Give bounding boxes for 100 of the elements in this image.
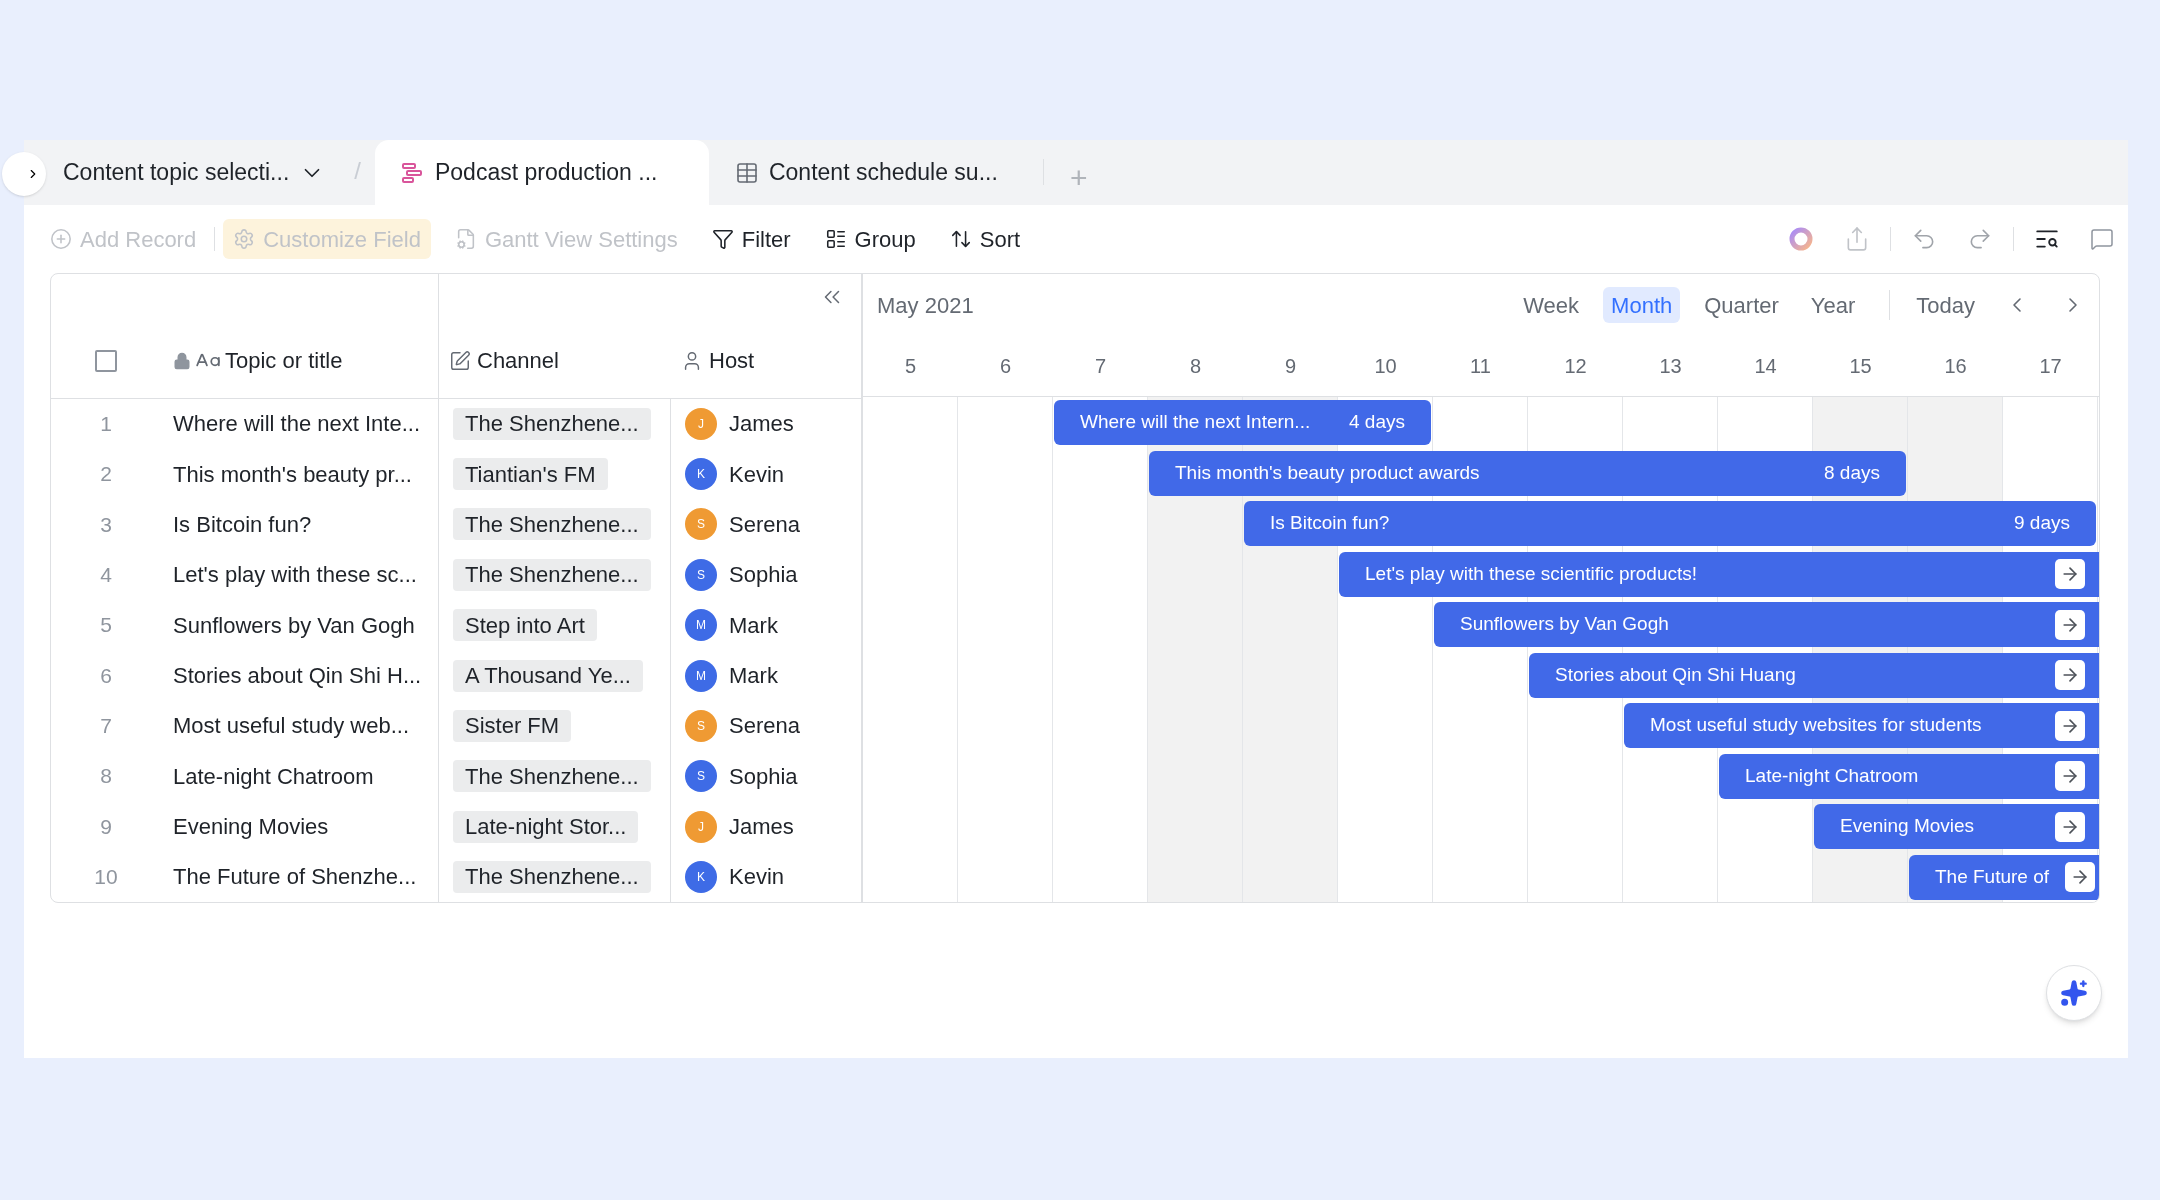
bar-title: Stories about Qin Shi Huang xyxy=(1555,662,1796,687)
sort-icon xyxy=(949,228,972,250)
day-label: 17 xyxy=(2038,354,2063,379)
bar-title: Late-night Chatroom xyxy=(1745,763,1919,788)
today-button[interactable]: Today xyxy=(1908,288,1983,322)
scale-tab[interactable]: Month xyxy=(1603,287,1681,323)
avatar: S xyxy=(685,760,717,793)
select-all-checkbox[interactable] xyxy=(95,349,117,372)
ai-assistant-button[interactable] xyxy=(2046,965,2102,1021)
day-label: 11 xyxy=(1469,354,1492,379)
bar-title: Let's play with these scientific products! xyxy=(1365,561,1698,586)
channel-tag: The Shenzhene... xyxy=(453,558,651,591)
scroll-to-bar-button[interactable] xyxy=(2055,559,2085,589)
host-name: Serena xyxy=(729,712,800,741)
channel-tag: Tiantian's FM xyxy=(453,458,608,491)
avatar: S xyxy=(685,508,717,541)
channel-tag: The Shenzhene... xyxy=(453,860,651,893)
day-label: 9 xyxy=(1283,354,1298,379)
avatar: M xyxy=(685,659,717,692)
ring-icon[interactable] xyxy=(1788,226,1814,252)
channel-tag: The Shenzhene... xyxy=(453,508,651,541)
row-number: 6 xyxy=(99,662,113,689)
day-label: 15 xyxy=(1848,354,1873,379)
day-label: 13 xyxy=(1658,354,1683,379)
scroll-to-bar-button[interactable] xyxy=(2055,660,2085,690)
tab[interactable]: Content topic selecti... xyxy=(48,140,341,205)
host-name: Serena xyxy=(729,510,800,539)
tab[interactable]: Content schedule su... xyxy=(708,140,1043,205)
sparkle-icon xyxy=(2060,979,2088,1007)
bar-title: The Future of xyxy=(1935,864,2050,889)
day-label: 10 xyxy=(1373,354,1398,379)
scale-tab[interactable]: Year xyxy=(1802,287,1864,323)
comment-icon[interactable] xyxy=(2090,227,2114,251)
table-cell-text: The Future of Shenzhe... xyxy=(173,863,417,892)
toolbar-button[interactable]: Filter xyxy=(701,219,801,259)
table-cell-text: Late-night Chatroom xyxy=(173,762,374,791)
row-number: 8 xyxy=(99,763,113,790)
bar-title: Is Bitcoin fun? xyxy=(1270,511,1390,536)
channel-tag: Sister FM xyxy=(453,709,572,742)
gantt-bar[interactable]: This month's beauty product awards 8 days xyxy=(1149,450,1906,496)
tab[interactable]: Podcast production ... xyxy=(374,140,709,205)
gantt-bar[interactable]: The Future of xyxy=(1909,854,2099,900)
toolbar-button[interactable]: Group xyxy=(814,219,926,259)
day-label: 8 xyxy=(1188,354,1203,379)
row-number: 7 xyxy=(99,713,113,740)
scroll-to-bar-button[interactable] xyxy=(2055,811,2085,842)
scroll-to-bar-button[interactable] xyxy=(2055,761,2085,791)
host-name: James xyxy=(729,813,794,842)
scale-tab[interactable]: Week xyxy=(1515,287,1588,323)
sidebar-toggle-button[interactable] xyxy=(2,152,46,196)
avatar: J xyxy=(685,407,717,440)
gantt-bar[interactable]: Stories about Qin Shi Huang xyxy=(1529,652,2099,698)
row-number: 9 xyxy=(99,813,113,840)
bar-title: Sunflowers by Van Gogh xyxy=(1460,612,1669,637)
host-name: Sophia xyxy=(729,762,798,791)
channel-tag: Step into Art xyxy=(453,609,597,642)
table-cell-text: Where will the next Inte... xyxy=(173,410,420,439)
channel-tag: Late-night Stor... xyxy=(453,810,639,843)
bar-duration: 8 days xyxy=(1824,460,1881,485)
table-cell-text: Most useful study web... xyxy=(173,712,409,741)
gantt-bar[interactable]: Evening Movies xyxy=(1814,804,2099,849)
avatar: J xyxy=(685,810,717,843)
table-cell-text: Evening Movies xyxy=(173,813,329,842)
gantt-bar[interactable]: Late-night Chatroom xyxy=(1719,753,2099,799)
gantt-bar[interactable]: Where will the next Intern... 4 days xyxy=(1054,400,1431,445)
avatar: K xyxy=(685,458,717,491)
scroll-to-bar-button[interactable] xyxy=(2065,862,2096,892)
document-gear-icon xyxy=(454,228,477,250)
row-number: 1 xyxy=(99,411,113,438)
gantt-bar[interactable]: Let's play with these scientific products! xyxy=(1339,551,2099,597)
channel-tag: The Shenzhene... xyxy=(453,760,651,793)
row-number: 4 xyxy=(99,562,113,589)
table-cell-text: Sunflowers by Van Gogh xyxy=(173,611,415,640)
toolbar-button[interactable]: Sort xyxy=(939,219,1031,259)
gantt-bar[interactable]: Sunflowers by Van Gogh xyxy=(1434,602,2099,647)
column-header: Host xyxy=(709,347,755,376)
gantt-bar[interactable]: Is Bitcoin fun? 9 days xyxy=(1244,501,2096,546)
scroll-to-bar-button[interactable] xyxy=(2055,710,2085,741)
row-number: 3 xyxy=(99,511,113,538)
column-header: Channel xyxy=(477,347,559,376)
list-icon xyxy=(824,228,847,250)
option-field-icon xyxy=(449,349,471,372)
day-label: 6 xyxy=(998,354,1013,379)
month-label: May 2021 xyxy=(877,291,974,320)
day-label: 14 xyxy=(1753,354,1778,379)
table-cell-text: This month's beauty pr... xyxy=(173,460,412,489)
host-name: Kevin xyxy=(729,460,785,489)
host-name: James xyxy=(729,410,794,439)
table-cell-text: Is Bitcoin fun? xyxy=(173,510,312,539)
channel-tag: The Shenzhene... xyxy=(453,407,651,440)
bar-duration: 4 days xyxy=(1349,410,1406,435)
gantt-bar[interactable]: Most useful study websites for students xyxy=(1624,703,2099,748)
gantt-icon xyxy=(400,161,425,184)
bar-title: Where will the next Intern... xyxy=(1080,410,1311,435)
scale-tab[interactable]: Quarter xyxy=(1696,287,1787,323)
lock-icon xyxy=(173,351,191,370)
scroll-to-bar-button[interactable] xyxy=(2055,609,2085,640)
plus-circle-icon xyxy=(50,228,72,250)
column-header: Topic or title xyxy=(225,347,343,376)
day-label: 5 xyxy=(903,354,918,379)
